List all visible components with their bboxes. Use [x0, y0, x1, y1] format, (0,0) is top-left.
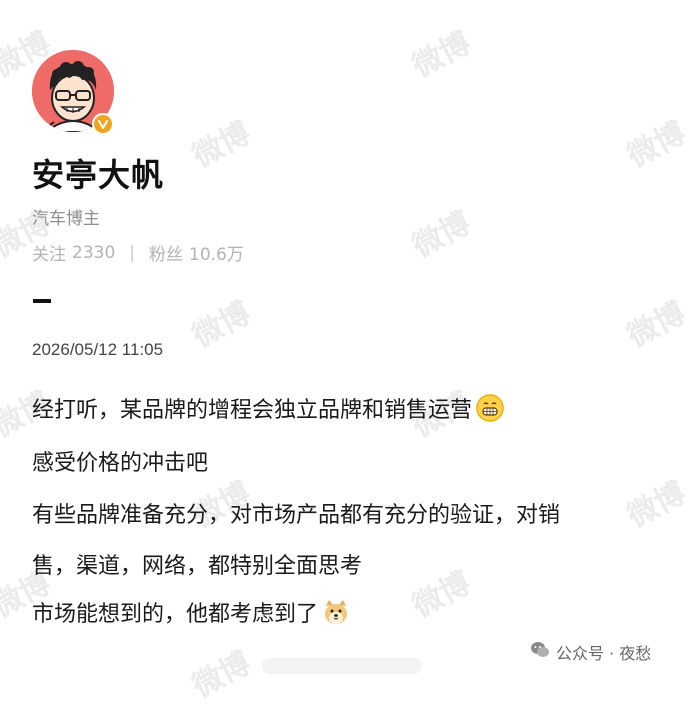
followers-label[interactable]: 粉丝	[149, 240, 183, 265]
wechat-icon	[530, 641, 550, 663]
section-divider	[33, 299, 51, 303]
watermark: 微博	[186, 115, 257, 175]
watermark: 微博	[406, 25, 477, 85]
post-line-5: 市场能想到的，他都考虑到了	[32, 596, 350, 628]
followers-count[interactable]: 10.6万	[189, 240, 244, 265]
source-label: 公众号 · 夜愁	[556, 644, 652, 663]
following-count[interactable]: 2330	[72, 243, 115, 263]
watermark: 微博	[406, 565, 477, 625]
verified-badge-icon	[92, 113, 114, 135]
doge-emoji-icon	[322, 598, 350, 626]
watermark: 微博	[621, 115, 690, 175]
post-text: 售，渠道，网络，都特别全面思考	[32, 554, 363, 579]
watermark: 微博	[186, 645, 257, 705]
following-label[interactable]: 关注	[32, 240, 66, 265]
grin-emoji-icon	[476, 394, 505, 422]
source-tag: 公众号 · 夜愁	[530, 640, 651, 664]
watermark: 微博	[621, 295, 690, 355]
post-line-2: 感受价格的冲击吧	[32, 445, 208, 477]
post-line-4: 售，渠道，网络，都特别全面思考	[32, 548, 362, 580]
watermark: 微博	[621, 475, 690, 535]
profile-bio: 汽车博主	[32, 209, 100, 229]
blurred-text-placeholder	[262, 658, 422, 674]
post-text: 经打听，某品牌的增程会独立品牌和销售运营	[32, 398, 473, 423]
stats-divider: |	[129, 242, 135, 263]
profile-stats: 关注 2330 | 粉丝 10.6万	[32, 240, 244, 266]
post-line-1: 经打听，某品牌的增程会独立品牌和销售运营	[32, 392, 505, 424]
post-text: 感受价格的冲击吧	[32, 451, 209, 476]
post-timestamp: 2026/05/12 11:05	[32, 340, 164, 359]
post-line-3: 有些品牌准备充分，对市场产品都有充分的验证，对销	[32, 497, 560, 529]
post-text: 市场能想到的，他都考虑到了	[32, 602, 319, 627]
watermark: 微博	[186, 295, 257, 355]
profile-name[interactable]: 安亭大帆	[32, 150, 164, 196]
post-text: 有些品牌准备充分，对市场产品都有充分的验证，对销	[32, 503, 561, 528]
watermark: 微博	[406, 205, 477, 265]
